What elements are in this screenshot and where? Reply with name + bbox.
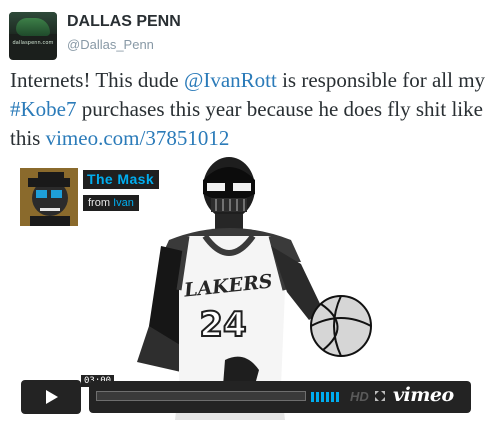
jersey-number-text: 24 (199, 305, 246, 345)
play-button[interactable] (21, 380, 81, 414)
from-label: from (88, 197, 110, 209)
tweet-text-part: is responsible for all my (276, 68, 486, 92)
video-byline: from Ivan (83, 195, 139, 211)
progress-bar[interactable] (96, 391, 306, 401)
vimeo-logo[interactable]: vimeo (393, 384, 454, 406)
fullscreen-icon[interactable] (374, 390, 386, 402)
mention-link[interactable]: @IvanRott (184, 68, 277, 92)
vimeo-video-embed[interactable]: LAKERS 24 The Mask from Ivan HD vimeo (9, 150, 485, 420)
author-avatar[interactable]: dallaspenn.com (9, 12, 57, 60)
vimeo-url-link[interactable]: vimeo.com/37851012 (46, 126, 230, 150)
play-icon (46, 390, 58, 404)
uploader-thumbnail[interactable] (20, 168, 78, 226)
uploader-link[interactable]: Ivan (113, 197, 134, 209)
tweet-text: Internets! This dude @IvanRott is respon… (10, 66, 488, 153)
volume-icon[interactable] (311, 390, 345, 404)
tweet-text-part: Internets! This dude (10, 68, 184, 92)
tweet-card: dallaspenn.com DALLAS PENN @Dallas_Penn … (0, 0, 494, 424)
avatar-brand-text: dallaspenn.com (12, 40, 54, 46)
author-handle[interactable]: @Dallas_Penn (67, 37, 154, 52)
sneaker-image (16, 18, 50, 36)
video-title[interactable]: The Mask (83, 170, 159, 189)
hd-toggle[interactable]: HD (350, 389, 369, 404)
author-name[interactable]: DALLAS PENN (67, 13, 181, 31)
hashtag-link[interactable]: #Kobe7 (10, 97, 77, 121)
player-control-bar: HD vimeo (89, 381, 471, 413)
